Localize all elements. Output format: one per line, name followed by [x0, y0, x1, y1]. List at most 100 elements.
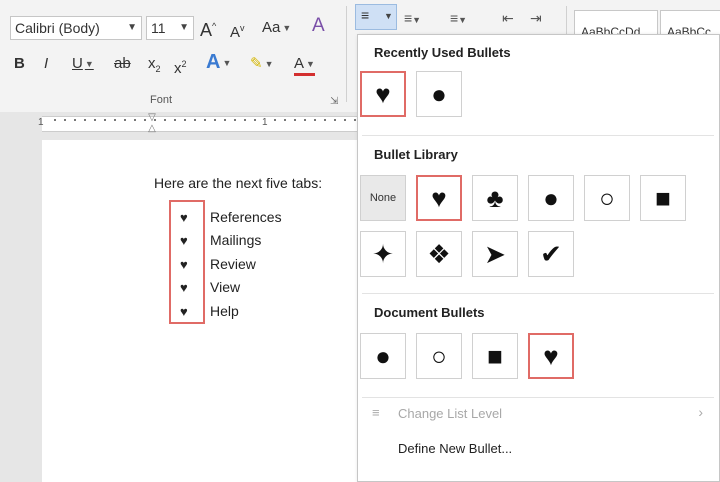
highlight-button[interactable]: ✎ ▼ [250, 52, 274, 76]
decrease-indent-icon[interactable]: ⇤ [502, 10, 514, 27]
list-item[interactable]: ♥ Mailings [180, 232, 261, 252]
superscript-button[interactable]: x2 [174, 52, 187, 77]
bullet-glyph-icon: ✦ [372, 238, 394, 269]
separator [362, 397, 714, 398]
dialog-launcher-icon[interactable]: ⇲ [330, 96, 338, 107]
ruler-tick [224, 119, 226, 121]
bullet-option[interactable]: ■ [472, 333, 518, 379]
numbering-icon[interactable]: ≡▼ [404, 10, 421, 26]
grow-font-button[interactable]: A^ [200, 14, 216, 40]
chevron-down-icon[interactable]: ▼ [179, 17, 189, 39]
increase-indent-icon[interactable]: ⇥ [530, 10, 542, 27]
font-size-combobox[interactable]: 11 ▼ [146, 16, 194, 40]
ruler-tick [204, 119, 206, 121]
bullet-option[interactable]: ● [416, 71, 462, 117]
ruler-tick [314, 119, 316, 121]
italic-button[interactable]: I [44, 52, 48, 76]
bullet-glyph-icon: ♥ [543, 340, 559, 371]
bullets-dropdown: Recently Used Bullets ♥ ● Bullet Library … [357, 34, 720, 482]
ruler-strip [42, 116, 357, 132]
bullet-glyph-icon: ○ [431, 340, 447, 371]
ruler-tick [234, 119, 236, 121]
ruler-tick [244, 119, 246, 121]
ruler-tick [144, 119, 146, 121]
ruler-tick [334, 119, 336, 121]
ruler-tick [84, 119, 86, 121]
ruler-tick [54, 119, 56, 121]
chevron-down-icon: ▼ [306, 59, 315, 70]
bullet-option[interactable]: ✔ [528, 231, 574, 277]
ruler-tick [64, 119, 66, 121]
chevron-down-icon: ▼ [84, 59, 94, 70]
separator [362, 293, 714, 294]
bullet-option[interactable]: ● [528, 175, 574, 221]
bullet-glyph-icon: ❖ [427, 238, 451, 269]
font-name-combobox[interactable]: Calibri (Body) ▼ [10, 16, 142, 40]
heart-bullet-icon: ♥ [180, 304, 188, 319]
ruler-tick [124, 119, 126, 121]
bullet-option[interactable]: ❖ [416, 231, 462, 277]
chevron-down-icon: ▼ [384, 11, 393, 21]
font-size-value: 11 [151, 20, 166, 36]
bullet-option[interactable]: ➤ [472, 231, 518, 277]
bullets-icon: ≡ [361, 7, 370, 23]
list-item[interactable]: ♥ Review [180, 256, 256, 276]
ruler-tick [304, 119, 306, 121]
bullet-option[interactable]: ● [360, 333, 406, 379]
underline-button[interactable]: U ▼ [72, 52, 94, 76]
chevron-down-icon: ▼ [222, 57, 232, 68]
list-item[interactable]: ♥ Help [180, 303, 239, 323]
ruler-tick [344, 119, 346, 121]
ruler-tick [194, 119, 196, 121]
list-item[interactable]: ♥ View [180, 279, 240, 299]
bullet-option[interactable]: ♥ [528, 333, 574, 379]
ruler-tick [104, 119, 106, 121]
bullet-glyph-icon: ✔ [540, 238, 562, 269]
bullets-button[interactable]: ≡ ▼ [355, 4, 397, 30]
bullet-option[interactable]: ♣ [472, 175, 518, 221]
indent-marker-icon[interactable]: ▽ △ [147, 112, 157, 134]
document-bullets-heading: Document Bullets [374, 305, 485, 320]
chevron-down-icon[interactable]: ▼ [127, 17, 137, 39]
bullet-option[interactable]: ✦ [360, 231, 406, 277]
subscript-button[interactable]: x2 [148, 52, 161, 76]
ruler-tick [154, 119, 156, 121]
bullet-option[interactable]: ■ [640, 175, 686, 221]
ruler-number: 1 [38, 117, 44, 128]
ruler-tick [294, 119, 296, 121]
bullet-option[interactable]: ○ [584, 175, 630, 221]
ruler-tick [284, 119, 286, 121]
list-level-icon: ≡ [372, 405, 380, 420]
bullet-option[interactable]: ♥ [416, 175, 462, 221]
change-list-level-menu-item[interactable]: Change List Level [398, 406, 502, 421]
text-effects-button[interactable]: A ▼ [206, 50, 231, 74]
bullet-glyph-icon: ♣ [486, 182, 504, 213]
bullet-glyph-icon: ■ [487, 340, 503, 371]
ruler-tick [114, 119, 116, 121]
strikethrough-button[interactable]: ab [114, 52, 131, 76]
multilevel-list-icon[interactable]: ≡▼ [450, 10, 467, 26]
chevron-down-icon: ▼ [264, 59, 274, 70]
bullet-glyph-icon: ○ [599, 182, 615, 213]
separator [362, 135, 714, 136]
ruler-number: 1 [262, 117, 268, 128]
bold-button[interactable]: B [14, 52, 25, 76]
change-case-button[interactable]: Aa ▼ [262, 16, 291, 40]
ruler-tick [94, 119, 96, 121]
bullet-option[interactable]: ○ [416, 333, 462, 379]
heart-bullet-icon: ♥ [180, 257, 188, 272]
shrink-font-button[interactable]: Av [230, 16, 245, 41]
define-new-bullet-menu-item[interactable]: Define New Bullet... [398, 441, 512, 456]
bullet-none-option[interactable]: None [360, 175, 406, 221]
ruler-tick [74, 119, 76, 121]
highlighter-icon: ✎ [250, 55, 263, 72]
chevron-down-icon: ▼ [282, 23, 292, 34]
font-color-button[interactable]: A ▼ [294, 52, 315, 76]
bullet-glyph-icon: ♥ [375, 78, 391, 109]
bullet-option[interactable]: ♥ [360, 71, 406, 117]
heart-bullet-icon: ♥ [180, 233, 188, 248]
clear-formatting-button[interactable]: A [312, 14, 325, 38]
ruler-tick [184, 119, 186, 121]
list-item[interactable]: ♥ References [180, 209, 282, 229]
ruler-tick [134, 119, 136, 121]
